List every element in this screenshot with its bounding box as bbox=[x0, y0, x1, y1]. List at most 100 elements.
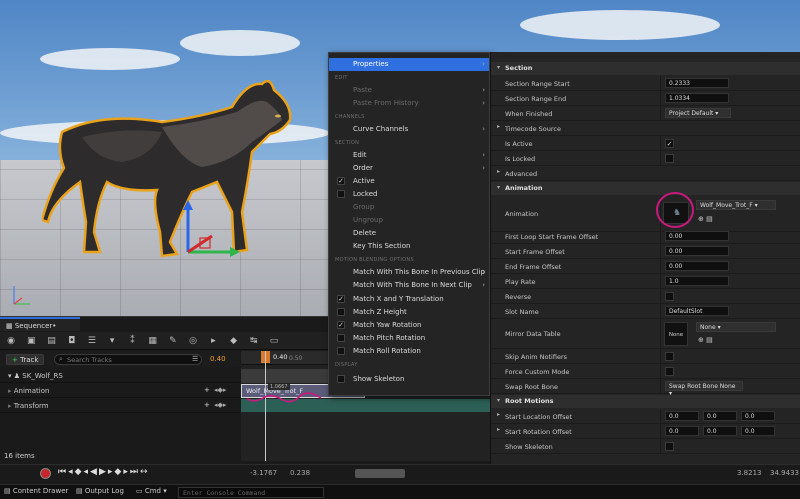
start-location-z[interactable]: 0.0 bbox=[741, 411, 775, 421]
playback-controls[interactable]: ⏮◂◆◂◀▶▸◆▸⏭↔ bbox=[58, 467, 150, 477]
menu-item-group[interactable]: Group bbox=[329, 201, 489, 214]
menu-item-show-skeleton[interactable]: Show Skeleton bbox=[329, 373, 489, 386]
row-is-active: Is Active ✓ bbox=[491, 136, 800, 151]
is-locked-checkbox[interactable] bbox=[665, 154, 674, 163]
working-range-in[interactable]: 0.238 bbox=[290, 469, 310, 477]
menu-item-edit[interactable]: Edit › bbox=[329, 149, 489, 162]
menu-item-active[interactable]: ✓ Active bbox=[329, 175, 489, 188]
play-rate-input[interactable]: 1.0 bbox=[665, 276, 729, 286]
menu-label: Match With This Bone In Next Clip bbox=[353, 281, 472, 289]
wolf-character[interactable] bbox=[42, 72, 297, 262]
first-loop-input[interactable]: 0.00 bbox=[665, 231, 729, 241]
menu-item-key-section[interactable]: Key This Section bbox=[329, 240, 489, 253]
end-offset-input[interactable]: 0.00 bbox=[665, 261, 729, 271]
row-show-skeleton: Show Skeleton bbox=[491, 439, 800, 454]
wrench-icon[interactable]: ✎ bbox=[166, 335, 180, 347]
current-time[interactable]: 0.40 bbox=[210, 355, 226, 363]
cmd-dropdown[interactable]: ▭ Cmd ▾ bbox=[136, 487, 167, 495]
key-nav-icon[interactable]: ◂◆▸ bbox=[214, 401, 226, 409]
category-section[interactable]: ▾ Section bbox=[491, 62, 800, 75]
reverse-checkbox[interactable] bbox=[665, 292, 674, 301]
stretch-icon[interactable]: ▭ bbox=[267, 335, 281, 347]
start-rotation-y[interactable]: 0.0 bbox=[703, 426, 737, 436]
y-arrow[interactable] bbox=[230, 247, 240, 257]
is-active-checkbox[interactable]: ✓ bbox=[665, 139, 674, 148]
view-range-start[interactable]: -3.1767 bbox=[250, 469, 277, 477]
camera-icon[interactable]: ◘ bbox=[65, 335, 79, 347]
transform-gizmo[interactable] bbox=[172, 200, 242, 260]
sequencer-tab[interactable]: ▦ Sequencer• bbox=[0, 317, 80, 331]
chevron-right-icon: ▸ bbox=[497, 411, 501, 418]
save-icon[interactable]: ▣ bbox=[24, 335, 38, 347]
menu-label: Match Roll Rotation bbox=[353, 347, 421, 355]
menu-item-match-previous[interactable]: Match With This Bone In Previous Clip › bbox=[329, 266, 489, 279]
menu-item-match-roll[interactable]: Match Roll Rotation bbox=[329, 345, 489, 358]
working-range-end[interactable]: 3.8213 bbox=[737, 469, 762, 477]
row-timecode[interactable]: ▸ Timecode Source bbox=[491, 121, 800, 136]
mirror-thumbnail[interactable]: None bbox=[664, 322, 688, 346]
menu-item-ungroup[interactable]: Ungroup bbox=[329, 214, 489, 227]
range-end-input[interactable]: 1.0334 bbox=[665, 93, 729, 103]
output-log-button[interactable]: ▤ Output Log bbox=[76, 487, 124, 495]
start-offset-input[interactable]: 0.00 bbox=[665, 246, 729, 256]
z-arrow[interactable] bbox=[183, 200, 193, 210]
row-skip-notifies: Skip Anim Notifiers bbox=[491, 349, 800, 364]
chevron-right-icon: › bbox=[482, 268, 485, 276]
search-tracks-input[interactable]: Search Tracks bbox=[54, 354, 202, 365]
swap-root-dropdown[interactable]: Swap Root Bone None ▾ bbox=[665, 381, 743, 397]
start-location-x[interactable]: 0.0 bbox=[665, 411, 699, 421]
track-row-animation[interactable]: ▸ Animation + ◂◆▸ bbox=[0, 384, 240, 398]
key-icon[interactable]: ◆ bbox=[227, 335, 241, 347]
when-finished-dropdown[interactable]: Project Default ▾ bbox=[665, 108, 731, 118]
film-icon[interactable]: ▤ bbox=[44, 335, 58, 347]
add-icon[interactable]: + bbox=[204, 386, 210, 394]
add-icon[interactable]: + bbox=[204, 401, 210, 409]
content-drawer-button[interactable]: ▤ Content Drawer bbox=[4, 487, 68, 495]
eye-icon[interactable]: ◎ bbox=[186, 335, 200, 347]
grid-icon[interactable]: ▦ bbox=[146, 335, 160, 347]
category-root-motions[interactable]: ▾ Root Motions bbox=[491, 395, 800, 408]
key-nav-icon[interactable]: ◂◆▸ bbox=[214, 386, 226, 394]
range-scrollbar[interactable] bbox=[355, 469, 405, 478]
menu-item-match-next[interactable]: Match With This Bone In Next Clip › bbox=[329, 279, 489, 292]
menu-item-match-pitch[interactable]: Match Pitch Rotation bbox=[329, 332, 489, 345]
record-button[interactable] bbox=[40, 468, 51, 479]
browse-icon[interactable]: ⊕ ▤ bbox=[698, 336, 713, 344]
track-row-transform[interactable]: ▸ Transform + ◂◆▸ bbox=[0, 399, 240, 413]
menu-item-match-yaw[interactable]: ✓ Match Yaw Rotation bbox=[329, 319, 489, 332]
range-start-input[interactable]: 0.2333 bbox=[665, 78, 729, 88]
filter-icon[interactable]: ▾ bbox=[105, 335, 119, 347]
start-rotation-z[interactable]: 0.0 bbox=[741, 426, 775, 436]
menu-item-locked[interactable]: Locked bbox=[329, 188, 489, 201]
transform-tool-icon[interactable]: ⁑ bbox=[125, 335, 139, 347]
show-skeleton-checkbox[interactable] bbox=[665, 442, 674, 451]
skip-notifies-checkbox[interactable] bbox=[665, 352, 674, 361]
track-row-object[interactable]: ▾ ♟ SK_Wolf_RS bbox=[0, 369, 240, 383]
row-advanced[interactable]: ▸ Advanced bbox=[491, 166, 800, 181]
menu-item-match-z[interactable]: Match Z Height bbox=[329, 306, 489, 319]
menu-item-delete[interactable]: Delete bbox=[329, 227, 489, 240]
category-animation[interactable]: ▾ Animation bbox=[491, 182, 800, 195]
menu-item-order[interactable]: Order › bbox=[329, 162, 489, 175]
console-input[interactable]: Enter Console Command bbox=[178, 487, 324, 498]
list-icon[interactable]: ☰ bbox=[85, 335, 99, 347]
add-track-button[interactable]: + Track bbox=[6, 354, 45, 365]
browse-icon[interactable]: ⊕ ▤ bbox=[698, 215, 713, 223]
slot-name-input[interactable]: DefaultSlot bbox=[665, 306, 729, 316]
menu-item-properties[interactable]: Properties › bbox=[329, 58, 489, 71]
start-rotation-x[interactable]: 0.0 bbox=[665, 426, 699, 436]
filter-icon[interactable]: ☰ bbox=[192, 355, 198, 363]
animation-asset-dropdown[interactable]: Wolf_Move_Trot_F ▾ bbox=[696, 200, 776, 210]
world-icon[interactable]: ◉ bbox=[4, 335, 18, 347]
menu-item-match-xy[interactable]: ✓ Match X and Y Translation bbox=[329, 293, 489, 306]
menu-item-curve-channels[interactable]: Curve Channels › bbox=[329, 123, 489, 136]
snap-icon[interactable]: ↹ bbox=[247, 335, 261, 347]
start-location-y[interactable]: 0.0 bbox=[703, 411, 737, 421]
menu-item-paste-history[interactable]: Paste From History › bbox=[329, 97, 489, 110]
mirror-table-dropdown[interactable]: None ▾ bbox=[696, 322, 776, 332]
force-custom-checkbox[interactable] bbox=[665, 367, 674, 376]
menu-item-paste[interactable]: Paste › bbox=[329, 84, 489, 97]
menu-label: Delete bbox=[353, 229, 376, 237]
playback-options-icon[interactable]: ▸ bbox=[206, 335, 220, 347]
view-range-end[interactable]: 34.9433 bbox=[770, 469, 799, 477]
